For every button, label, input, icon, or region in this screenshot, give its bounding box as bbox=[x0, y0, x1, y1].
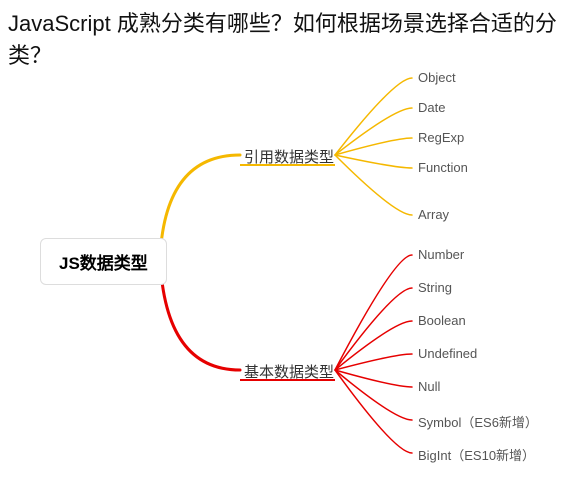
leaf-array: Array bbox=[418, 207, 449, 222]
mindmap-diagram: JS数据类型 引用数据类型 基本数据类型 Object Date RegExp … bbox=[0, 60, 574, 500]
leaf-regexp: RegExp bbox=[418, 130, 464, 145]
leaf-object: Object bbox=[418, 70, 456, 85]
leaf-date: Date bbox=[418, 100, 445, 115]
leaf-number: Number bbox=[418, 247, 464, 262]
leaf-boolean: Boolean bbox=[418, 313, 466, 328]
leaf-null: Null bbox=[418, 379, 440, 394]
leaf-undefined: Undefined bbox=[418, 346, 477, 361]
branch-reference-label: 引用数据类型 bbox=[244, 146, 334, 167]
leaf-symbol: Symbol（ES6新增） bbox=[418, 412, 538, 431]
leaf-function: Function bbox=[418, 160, 468, 175]
leaf-bigint: BigInt（ES10新增） bbox=[418, 445, 535, 464]
leaf-string: String bbox=[418, 280, 452, 295]
branch-primitive-label: 基本数据类型 bbox=[244, 361, 334, 382]
root-node: JS数据类型 bbox=[40, 238, 167, 285]
